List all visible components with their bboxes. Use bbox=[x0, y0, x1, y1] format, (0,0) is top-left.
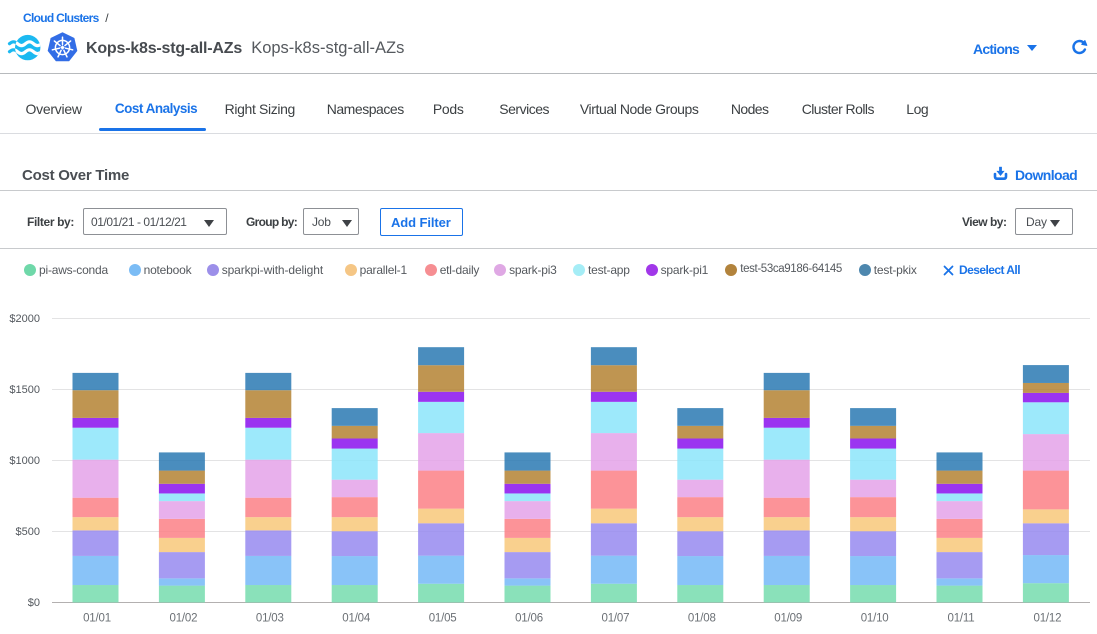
svg-text:01/03: 01/03 bbox=[256, 613, 284, 625]
svg-text:01/08: 01/08 bbox=[688, 613, 716, 625]
svg-text:$2000: $2000 bbox=[9, 313, 40, 325]
svg-text:01/12: 01/12 bbox=[1034, 613, 1062, 625]
svg-text:01/01: 01/01 bbox=[83, 613, 111, 625]
svg-text:01/06: 01/06 bbox=[515, 613, 543, 625]
svg-text:01/09: 01/09 bbox=[774, 613, 802, 625]
svg-text:01/04: 01/04 bbox=[342, 613, 371, 625]
svg-text:$500: $500 bbox=[16, 526, 40, 538]
svg-text:01/11: 01/11 bbox=[948, 613, 975, 625]
svg-text:01/05: 01/05 bbox=[429, 613, 457, 625]
svg-text:01/02: 01/02 bbox=[170, 613, 198, 625]
svg-text:$0: $0 bbox=[28, 597, 40, 609]
svg-text:$1500: $1500 bbox=[9, 384, 40, 396]
svg-text:$1000: $1000 bbox=[9, 455, 40, 467]
svg-text:01/10: 01/10 bbox=[861, 613, 889, 625]
svg-text:01/07: 01/07 bbox=[602, 613, 630, 625]
